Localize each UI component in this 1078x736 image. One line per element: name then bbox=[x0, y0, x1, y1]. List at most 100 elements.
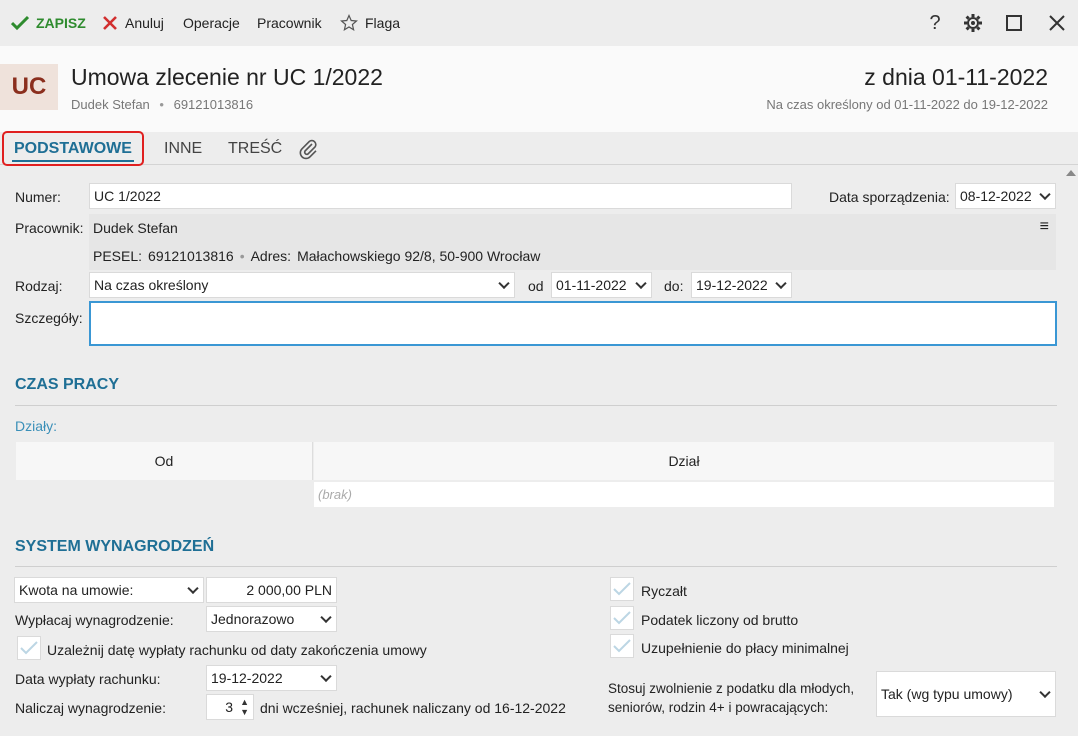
tab-inne[interactable]: INNE bbox=[164, 132, 202, 165]
tab-attachments[interactable] bbox=[298, 132, 318, 165]
accrue-suffix: dni wcześniej, rachunek naliczany od 16-… bbox=[260, 700, 566, 716]
amount-value: 2 000,00 PLN bbox=[246, 582, 332, 598]
accrue-value: 3 bbox=[225, 699, 233, 715]
table-empty-row: (brak) bbox=[314, 482, 1054, 507]
lump-sum-checkbox[interactable] bbox=[610, 577, 634, 601]
scroll-up-arrow[interactable] bbox=[1066, 170, 1076, 176]
chevron-down-icon bbox=[1039, 188, 1051, 201]
depend-checkbox[interactable] bbox=[17, 636, 41, 660]
payout-date-select[interactable]: 19-12-2022 bbox=[206, 665, 337, 691]
address-label: Adres: bbox=[250, 248, 292, 264]
document-type-badge: UC bbox=[0, 64, 58, 110]
stepper-arrows-icon[interactable]: ▲ ▼ bbox=[240, 697, 249, 717]
table-header-dzial[interactable]: Dział bbox=[314, 442, 1054, 480]
document-subtitle: Dudek Stefan • 69121013816 bbox=[71, 97, 253, 112]
pay-select[interactable]: Jednorazowo bbox=[206, 606, 337, 632]
flag-button[interactable]: Flaga bbox=[340, 13, 400, 33]
checkmark-icon bbox=[613, 582, 631, 596]
maximize-button[interactable] bbox=[1002, 11, 1026, 35]
settings-button[interactable] bbox=[961, 11, 985, 35]
chevron-down-icon bbox=[187, 582, 199, 595]
section-divider bbox=[15, 405, 1057, 406]
exemption-label: Stosuj zwolnienie z podatku dla młodych,… bbox=[608, 679, 854, 717]
from-date-select[interactable]: 01-11-2022 bbox=[551, 272, 652, 298]
employee-name: Dudek Stefan bbox=[71, 97, 150, 112]
exemption-label-line-2: seniorów, rodzin 4+ i powracających: bbox=[608, 700, 829, 715]
separator-dot: • bbox=[159, 97, 164, 112]
cancel-button[interactable]: Anuluj bbox=[102, 13, 164, 33]
save-button[interactable]: ZAPISZ bbox=[11, 13, 86, 33]
employee-id: 69121013816 bbox=[173, 97, 254, 112]
created-date-label: Data sporządzenia: bbox=[829, 189, 950, 205]
tab-podstawowe[interactable]: PODSTAWOWE bbox=[2, 131, 144, 166]
pesel-label: PESEL: bbox=[93, 248, 143, 264]
lump-sum-label: Ryczałt bbox=[641, 583, 687, 599]
close-button[interactable] bbox=[1045, 11, 1069, 35]
paperclip-icon bbox=[299, 139, 317, 159]
pay-label: Wypłacaj wynagrodzenie: bbox=[15, 612, 174, 628]
close-icon bbox=[1049, 15, 1065, 31]
number-label: Numer: bbox=[15, 189, 61, 205]
accrue-stepper[interactable]: 3 ▲ ▼ bbox=[206, 694, 254, 720]
amount-type-select[interactable]: Kwota na umowie: bbox=[14, 577, 204, 603]
hamburger-icon[interactable]: ≡ bbox=[1040, 218, 1049, 236]
chevron-down-icon bbox=[635, 277, 647, 290]
employee-label: Pracownik bbox=[257, 15, 322, 31]
created-date-value: 08-12-2022 bbox=[960, 188, 1032, 204]
number-input[interactable]: UC 1/2022 bbox=[89, 183, 792, 209]
toolbar: ZAPISZ Anuluj Operacje Pracownik Flaga ? bbox=[0, 0, 1078, 46]
gear-icon bbox=[964, 14, 982, 32]
gross-tax-checkbox[interactable] bbox=[610, 606, 634, 630]
checkmark-icon bbox=[11, 15, 29, 31]
help-button[interactable]: ? bbox=[923, 11, 947, 35]
page-title: Umowa zlecenie nr UC 1/2022 bbox=[71, 64, 383, 90]
departments-label: Działy: bbox=[15, 418, 58, 434]
operations-menu[interactable]: Operacje bbox=[183, 13, 240, 33]
section-divider bbox=[15, 566, 1057, 567]
to-date-select[interactable]: 19-12-2022 bbox=[691, 272, 792, 298]
type-select[interactable]: Na czas określony bbox=[89, 272, 515, 298]
departments-table: Od Dział (brak) bbox=[16, 442, 1054, 507]
min-wage-checkbox[interactable] bbox=[610, 634, 634, 658]
amount-input[interactable]: 2 000,00 PLN bbox=[206, 577, 337, 603]
min-wage-label: Uzupełnienie do płacy minimalnej bbox=[641, 640, 849, 656]
checkmark-icon bbox=[613, 639, 631, 653]
to-label: do: bbox=[664, 278, 684, 294]
employee-details: PESEL: 69121013816 • Adres: Małachowskie… bbox=[89, 242, 1056, 270]
flag-label: Flaga bbox=[365, 15, 401, 31]
details-input[interactable] bbox=[89, 301, 1057, 346]
type-label: Rodzaj: bbox=[15, 278, 63, 294]
details-label: Szczegóły: bbox=[15, 310, 83, 326]
salary-section-title: SYSTEM WYNAGRODZEŃ bbox=[15, 538, 215, 555]
exemption-value: Tak (wg typu umowy) bbox=[881, 686, 1013, 702]
separator-dot: • bbox=[239, 248, 245, 264]
pay-value: Jednorazowo bbox=[211, 611, 295, 627]
to-date-value: 19-12-2022 bbox=[696, 277, 768, 293]
from-date-value: 01-11-2022 bbox=[556, 277, 627, 293]
depend-label: Uzależnij datę wypłaty rachunku od daty … bbox=[47, 642, 427, 658]
work-time-section-title: CZAS PRACY bbox=[15, 376, 120, 393]
type-value: Na czas określony bbox=[94, 277, 209, 293]
chevron-down-icon bbox=[320, 611, 332, 624]
square-icon bbox=[1006, 15, 1022, 31]
payout-date-label: Data wypłaty rachunku: bbox=[15, 671, 161, 687]
document-header: UC Umowa zlecenie nr UC 1/2022 Dudek Ste… bbox=[0, 46, 1078, 132]
tab-bar: PODSTAWOWE INNE TREŚĆ bbox=[0, 131, 1078, 166]
number-value: UC 1/2022 bbox=[94, 188, 161, 204]
address-value: Małachowskiego 92/8, 50-900 Wrocław bbox=[297, 248, 541, 264]
payout-date-value: 19-12-2022 bbox=[211, 670, 283, 686]
operations-label: Operacje bbox=[183, 15, 240, 31]
table-header-od[interactable]: Od bbox=[16, 442, 313, 480]
employee-field-label: Pracownik: bbox=[15, 220, 84, 236]
amount-type-value: Kwota na umowie: bbox=[19, 582, 134, 598]
exemption-label-line-1: Stosuj zwolnienie z podatku dla młodych, bbox=[608, 681, 855, 696]
tab-tresc[interactable]: TREŚĆ bbox=[228, 132, 282, 165]
checkmark-icon bbox=[20, 641, 38, 655]
cancel-label: Anuluj bbox=[125, 15, 164, 31]
x-icon bbox=[103, 16, 117, 30]
employee-menu[interactable]: Pracownik bbox=[257, 13, 322, 33]
created-date-select[interactable]: 08-12-2022 bbox=[955, 183, 1056, 209]
accrue-label: Naliczaj wynagrodzenie: bbox=[15, 700, 166, 716]
employee-field[interactable]: Dudek Stefan ≡ bbox=[89, 214, 1056, 242]
exemption-select[interactable]: Tak (wg typu umowy) bbox=[876, 671, 1056, 717]
